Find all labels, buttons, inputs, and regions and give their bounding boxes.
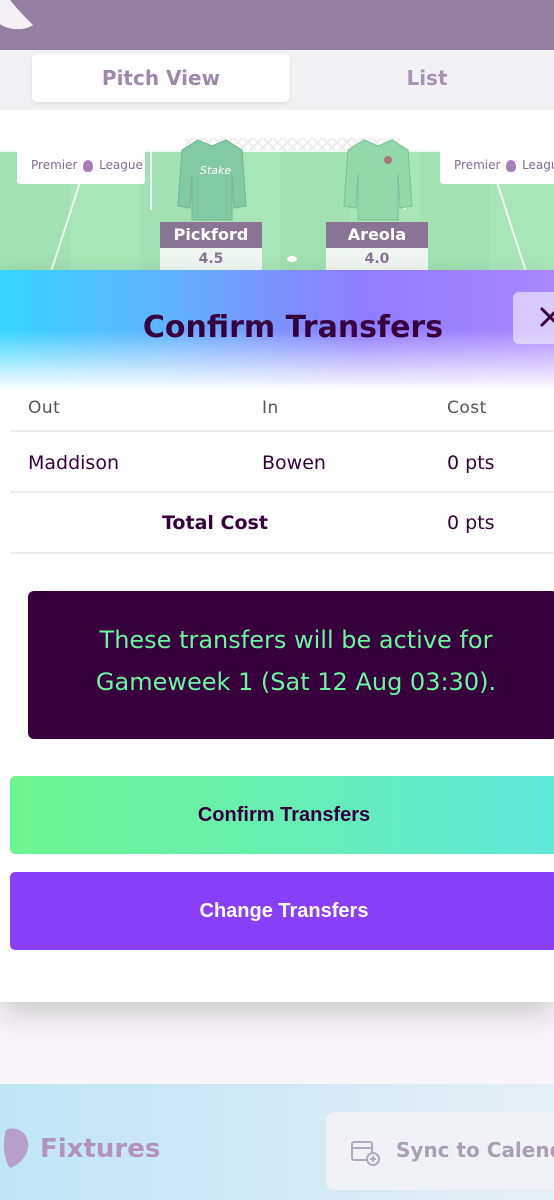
premier-league-logo-icon xyxy=(3,1128,29,1168)
player-name[interactable]: Areola xyxy=(326,222,428,248)
column-header-cost: Cost xyxy=(447,398,487,418)
board-text: Premier xyxy=(31,158,78,172)
board-text: League xyxy=(522,158,554,172)
confirm-transfers-button[interactable]: Confirm Transfers xyxy=(10,776,554,854)
total-cost-value: 0 pts xyxy=(447,512,495,534)
tab-pitch-view[interactable]: Pitch View xyxy=(32,54,290,102)
pitch: Premier League Premier League Stake Pick… xyxy=(0,110,554,270)
change-transfers-button[interactable]: Change Transfers xyxy=(10,872,554,950)
goalkeeper-shirt-icon[interactable]: Stake xyxy=(176,136,248,222)
table-divider xyxy=(10,491,554,493)
svg-text:Stake: Stake xyxy=(200,164,231,177)
goalkeeper-shirt-icon[interactable] xyxy=(342,136,414,222)
view-tabs: Pitch View List xyxy=(0,50,554,110)
advertising-board: Premier League xyxy=(440,146,554,184)
fixtures-heading: Fixtures xyxy=(40,1134,161,1164)
transfer-cost: 0 pts xyxy=(447,452,495,474)
column-header-in: In xyxy=(262,398,279,418)
transfer-info-text: These transfers will be active for Gamew… xyxy=(95,626,497,696)
premier-league-logo-icon xyxy=(0,0,33,30)
player-price: 4.0 xyxy=(326,248,428,270)
player-name[interactable]: Pickford xyxy=(160,222,262,248)
board-text: Premier xyxy=(454,158,501,172)
sync-to-calendar-button[interactable]: Sync to Calend xyxy=(326,1112,554,1190)
app-header xyxy=(0,0,554,50)
transfer-info-banner: These transfers will be active for Gamew… xyxy=(28,591,554,739)
table-divider xyxy=(10,430,554,432)
column-header-out: Out xyxy=(28,398,61,418)
lion-icon xyxy=(83,159,94,172)
calendar-sync-icon xyxy=(351,1141,380,1166)
transfer-out-player: Maddison xyxy=(28,452,120,474)
board-text: League xyxy=(99,158,143,172)
tab-list[interactable]: List xyxy=(300,54,554,102)
advertising-board: Premier League xyxy=(17,146,145,184)
sync-to-calendar-label: Sync to Calend xyxy=(396,1138,554,1162)
close-icon xyxy=(540,307,554,327)
confirm-transfers-dialog: Confirm Transfers Out In Cost Maddison B… xyxy=(0,270,554,1002)
transfer-in-player: Bowen xyxy=(262,452,326,474)
player-price: 4.5 xyxy=(160,248,262,270)
table-divider xyxy=(10,552,554,554)
lion-icon xyxy=(506,159,517,172)
close-button[interactable] xyxy=(513,292,554,344)
dialog-title: Confirm Transfers xyxy=(142,310,444,345)
total-cost-label: Total Cost xyxy=(162,512,268,534)
center-spot xyxy=(287,256,297,262)
